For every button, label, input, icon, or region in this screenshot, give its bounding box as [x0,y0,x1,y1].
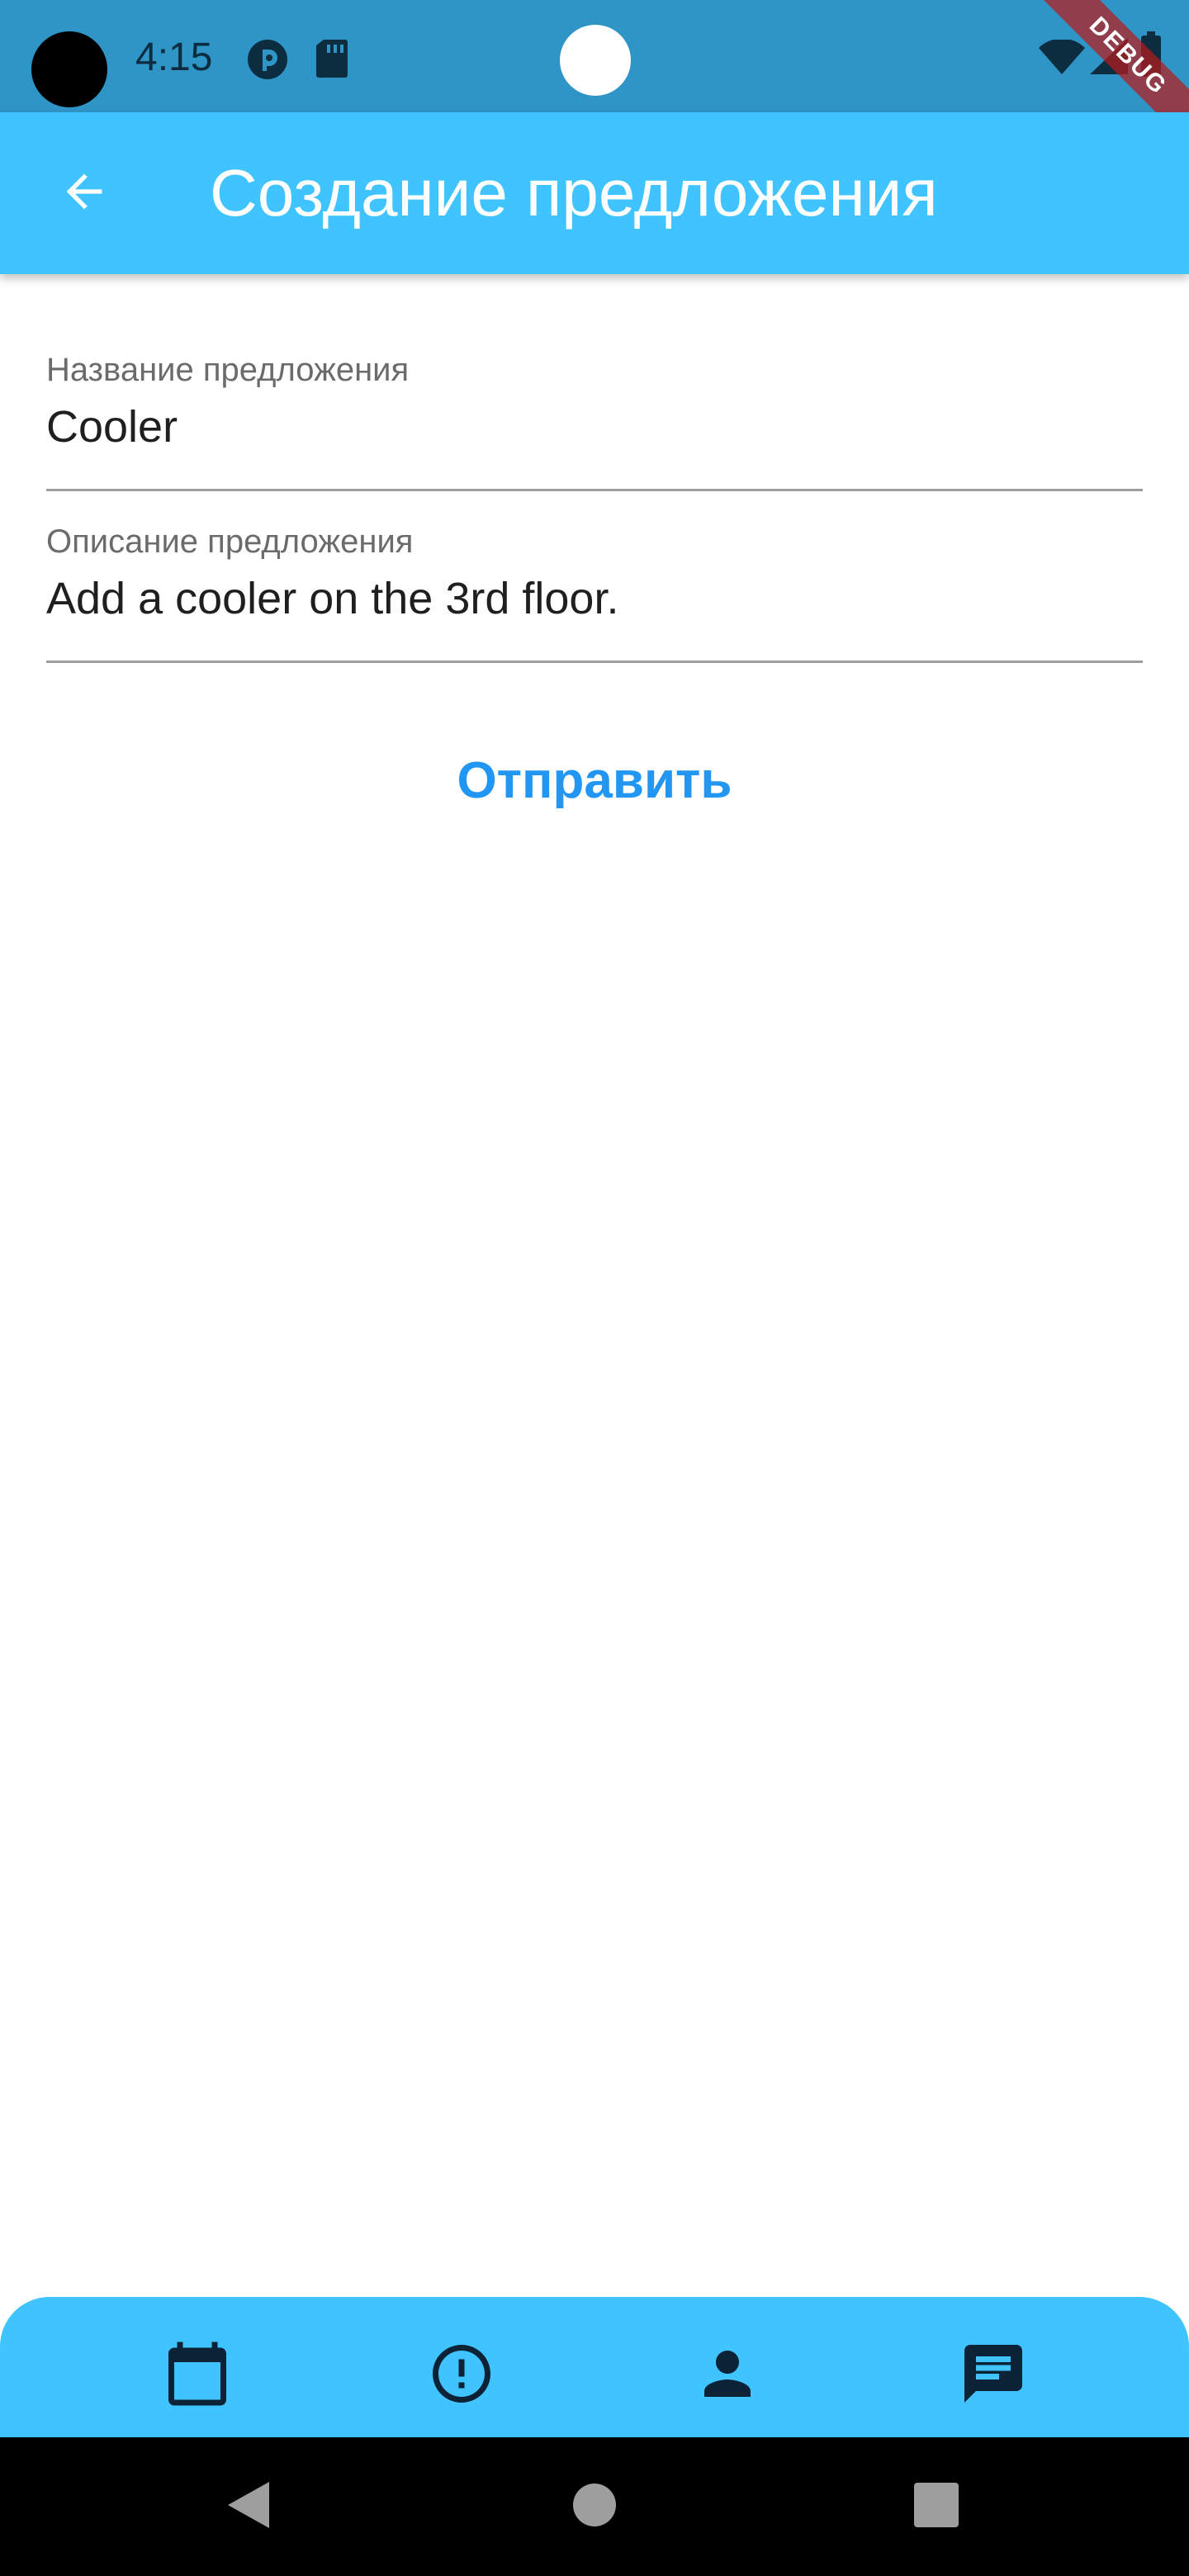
sd-card-icon [315,38,348,79]
bottom-navigation [0,2297,1189,2437]
pocket-casts-icon [246,38,289,81]
wifi-icon [1037,40,1087,76]
nav-item-profile[interactable] [682,2330,773,2421]
chat-icon [959,2339,1028,2413]
alert-circle-icon [427,2339,496,2413]
calendar-icon [163,2339,232,2413]
nav-item-alerts[interactable] [416,2330,507,2421]
back-triangle-icon [223,2479,272,2536]
system-navigation-bar [0,2437,1189,2576]
system-home-button[interactable] [553,2465,636,2548]
system-recents-button[interactable] [895,2465,978,2548]
proposal-title-field[interactable]: Название предложения Cooler [46,350,1143,491]
front-sensor [560,25,631,96]
submit-button[interactable]: Отправить [413,735,776,826]
home-circle-icon [572,2483,617,2531]
recents-square-icon [914,2482,959,2531]
person-icon [693,2339,762,2413]
system-back-button[interactable] [206,2465,289,2548]
back-button[interactable] [41,150,127,236]
proposal-title-label: Название предложения [46,352,410,388]
proposal-description-label: Описание предложения [46,523,414,560]
proposal-description-input[interactable]: Add a cooler on the 3rd floor. [46,571,1143,626]
nav-item-calendar[interactable] [152,2330,243,2421]
camera-cutout [31,31,107,107]
status-bar: 4:15 DEBUG [0,0,1189,164]
page-title: Создание предложения [210,156,938,230]
arrow-back-icon [58,165,111,222]
app-bar: Создание предложения [0,112,1189,274]
proposal-title-input[interactable]: Cooler [46,400,1143,454]
status-time: 4:15 [135,36,213,79]
proposal-description-field[interactable]: Описание предложения Add a cooler on the… [46,522,1143,663]
nav-item-proposals[interactable] [948,2330,1039,2421]
